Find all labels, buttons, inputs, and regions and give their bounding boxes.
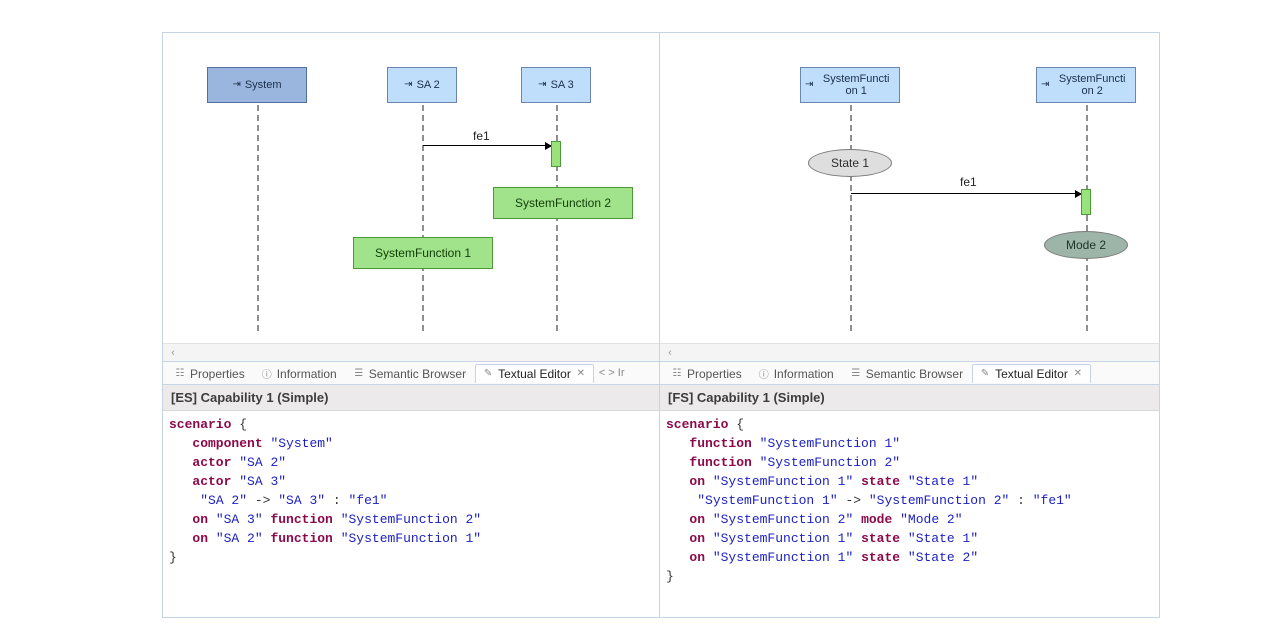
edit-icon: ✎ [979, 368, 991, 380]
browser-icon: ☰ [850, 368, 862, 380]
tab-properties[interactable]: ☷Properties [664, 364, 749, 383]
lifeline-label: SystemFuncti on 1 [817, 73, 895, 97]
actor-icon: ⇥ [232, 79, 240, 91]
lifeline-label: SA 2 [417, 79, 440, 91]
message-label: fe1 [960, 175, 977, 189]
es-diagram[interactable]: ⇥ System ⇥ SA 2 ⇥ SA 3 fe1 [163, 33, 659, 343]
execution-spec[interactable] [551, 141, 561, 167]
lifeline-label: SystemFuncti on 2 [1053, 73, 1131, 97]
actor-icon: ⇥ [1041, 79, 1049, 91]
workspace: ⇥ System ⇥ SA 2 ⇥ SA 3 fe1 [162, 32, 1160, 618]
lifeline [850, 105, 852, 331]
message-arrow[interactable] [423, 145, 551, 146]
tab-truncated[interactable]: < > Ir [596, 365, 628, 381]
lifeline [257, 105, 259, 331]
lifeline-label: SA 3 [551, 79, 574, 91]
lifeline-head-sf2[interactable]: ⇥ SystemFuncti on 2 [1036, 67, 1136, 103]
lifeline-head-sf1[interactable]: ⇥ SystemFuncti on 1 [800, 67, 900, 103]
state-ellipse[interactable]: State 1 [808, 149, 892, 177]
h-scrollbar[interactable]: ‹ [660, 343, 1159, 361]
editor-title: [ES] Capability 1 (Simple) [163, 385, 659, 411]
tab-textual-editor[interactable]: ✎Textual Editor✕ [475, 364, 594, 383]
browser-icon: ☰ [353, 368, 365, 380]
tab-semantic-browser[interactable]: ☰Semantic Browser [843, 364, 970, 383]
lifeline-label: System [245, 79, 282, 91]
properties-icon: ☷ [174, 368, 186, 380]
actor-icon: ⇥ [805, 79, 813, 91]
bottom-tabs: ☷Properties ⓘInformation ☰Semantic Brows… [660, 361, 1159, 385]
info-icon: ⓘ [758, 368, 770, 380]
mode-ellipse[interactable]: Mode 2 [1044, 231, 1128, 259]
scroll-left-icon[interactable]: ‹ [163, 347, 183, 359]
actor-icon: ⇥ [538, 79, 546, 91]
tab-information[interactable]: ⓘInformation [254, 364, 344, 383]
edit-icon: ✎ [482, 368, 494, 380]
properties-icon: ☷ [671, 368, 683, 380]
lifeline-head-sa3[interactable]: ⇥ SA 3 [521, 67, 591, 103]
message-arrow[interactable] [851, 193, 1081, 194]
scroll-left-icon[interactable]: ‹ [660, 347, 680, 359]
tab-properties[interactable]: ☷Properties [167, 364, 252, 383]
textual-editor-body[interactable]: scenario { component "System" actor "SA … [163, 411, 659, 617]
lifeline [422, 105, 424, 331]
lifeline [1086, 105, 1088, 331]
close-icon[interactable]: ✕ [1072, 368, 1084, 380]
function-box-sf2[interactable]: SystemFunction 2 [493, 187, 633, 219]
bottom-tabs: ☷Properties ⓘInformation ☰Semantic Brows… [163, 361, 659, 385]
h-scrollbar[interactable]: ‹ [163, 343, 659, 361]
tab-information[interactable]: ⓘInformation [751, 364, 841, 383]
close-icon[interactable]: ✕ [575, 368, 587, 380]
fs-diagram[interactable]: ⇥ SystemFuncti on 1 ⇥ SystemFuncti on 2 … [660, 33, 1159, 343]
left-pane: ⇥ System ⇥ SA 2 ⇥ SA 3 fe1 [163, 33, 660, 617]
tab-textual-editor[interactable]: ✎Textual Editor✕ [972, 364, 1091, 383]
tab-semantic-browser[interactable]: ☰Semantic Browser [346, 364, 473, 383]
info-icon: ⓘ [261, 368, 273, 380]
lifeline-head-system[interactable]: ⇥ System [207, 67, 307, 103]
actor-icon: ⇥ [404, 79, 412, 91]
function-box-sf1[interactable]: SystemFunction 1 [353, 237, 493, 269]
execution-spec[interactable] [1081, 189, 1091, 215]
editor-title: [FS] Capability 1 (Simple) [660, 385, 1159, 411]
lifeline-head-sa2[interactable]: ⇥ SA 2 [387, 67, 457, 103]
right-pane: ⇥ SystemFuncti on 1 ⇥ SystemFuncti on 2 … [660, 33, 1159, 617]
message-label: fe1 [473, 129, 490, 143]
textual-editor-body[interactable]: scenario { function "SystemFunction 1" f… [660, 411, 1159, 617]
